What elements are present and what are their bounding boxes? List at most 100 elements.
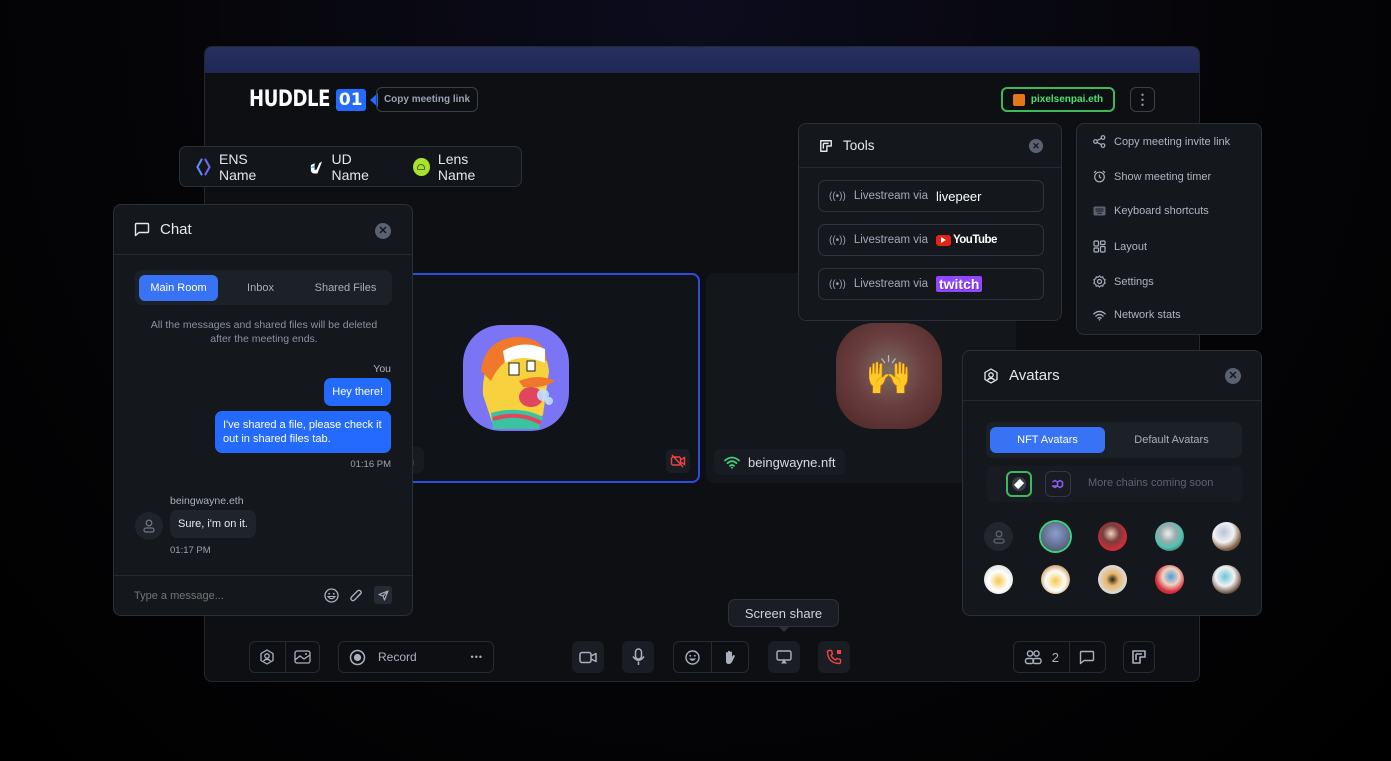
chat-toggle-button[interactable] — [1068, 642, 1105, 672]
screen-share-button[interactable] — [768, 641, 800, 673]
livestream-youtube-button[interactable]: ((•)) Livestream via YouTube — [818, 224, 1044, 256]
tool-label: Livestream via — [853, 234, 928, 246]
avatar-option[interactable] — [1155, 565, 1184, 594]
layout-icon — [1093, 240, 1106, 253]
avatar-option-selected[interactable] — [1041, 522, 1070, 551]
wallet-name: pixelsenpai.eth — [1030, 94, 1104, 105]
livestream-twitch-button[interactable]: ((•)) Livestream via twitch — [818, 268, 1044, 300]
tools-icon — [1132, 650, 1146, 664]
close-icon: ✕ — [1228, 369, 1238, 382]
menu-item-layout[interactable]: Layout — [1093, 240, 1147, 253]
tool-label: Livestream via — [853, 190, 928, 202]
lens-name-option[interactable]: Lens Name — [413, 151, 505, 183]
broadcast-icon: ((•)) — [829, 190, 846, 202]
ens-icon — [196, 157, 211, 176]
menu-item-settings[interactable]: Settings — [1093, 275, 1154, 288]
record-more-options[interactable]: ••• — [471, 652, 483, 662]
chat-panel: Chat ✕ Main Room Inbox Shared Files All … — [113, 204, 413, 616]
window-titlebar — [205, 47, 1199, 73]
menu-item-network-stats[interactable]: Network stats — [1093, 309, 1181, 321]
raise-hand-button[interactable] — [710, 642, 748, 672]
tab-nft-avatars[interactable]: NFT Avatars — [990, 427, 1105, 453]
smiley-icon — [685, 649, 700, 665]
youtube-logo: YouTube — [935, 234, 997, 246]
keyboard-icon — [1093, 206, 1106, 216]
reactions-group — [673, 641, 749, 673]
livestream-livepeer-button[interactable]: ((•)) Livestream via livepeer — [818, 180, 1044, 212]
avatar-option-default[interactable] — [984, 522, 1013, 551]
avatar-option[interactable] — [1212, 522, 1241, 551]
menu-label: Settings — [1114, 275, 1154, 288]
send-icon — [377, 589, 389, 601]
record-control[interactable]: Record ••• — [338, 641, 494, 673]
chat-title: Chat — [160, 221, 192, 238]
avatar-option[interactable] — [1098, 522, 1127, 551]
message-input[interactable] — [134, 585, 304, 607]
chain-polygon-button[interactable] — [1045, 471, 1071, 497]
attach-file-button[interactable] — [349, 588, 363, 603]
emoji-reaction-button[interactable] — [674, 642, 711, 672]
ens-name-option[interactable]: ENS Name — [196, 151, 285, 183]
avatar-button[interactable] — [250, 642, 285, 672]
chain-ethereum-button[interactable] — [1006, 471, 1032, 497]
tab-main-room[interactable]: Main Room — [139, 274, 218, 301]
close-chat-button[interactable]: ✕ — [375, 223, 391, 239]
more-options-button[interactable]: ⋮ — [1130, 87, 1155, 112]
message-time: 01:16 PM — [350, 459, 391, 470]
user-icon — [143, 519, 155, 533]
video-tile-self[interactable]: pai.eth — [365, 273, 700, 483]
menu-item-copy-invite-link[interactable]: Copy meeting invite link — [1093, 135, 1230, 148]
avatar-option[interactable] — [1155, 522, 1184, 551]
menu-label: Layout — [1114, 240, 1148, 253]
participants-button[interactable]: 2 — [1014, 642, 1069, 672]
youtube-play-icon — [935, 234, 951, 246]
microphone-icon — [631, 648, 645, 665]
avatar-option[interactable] — [1098, 565, 1127, 594]
menu-label: Keyboard shortcuts — [1114, 205, 1209, 217]
microphone-toggle-button[interactable] — [622, 641, 654, 673]
avatar-option[interactable] — [1041, 565, 1070, 594]
leave-call-button[interactable] — [818, 641, 850, 673]
camera-toggle-button[interactable] — [572, 641, 604, 673]
gear-icon — [1093, 275, 1106, 288]
menu-item-show-timer[interactable]: Show meeting timer — [1093, 170, 1211, 183]
alarm-clock-icon — [1093, 170, 1106, 183]
avatars-panel: Avatars ✕ NFT Avatars Default Avatars Mo… — [962, 350, 1262, 616]
camera-off-indicator[interactable] — [666, 449, 690, 473]
metamask-fox-icon — [1012, 93, 1025, 106]
send-message-button[interactable] — [374, 586, 392, 604]
close-icon: ✕ — [1032, 140, 1040, 151]
copy-meeting-link-button[interactable]: Copy meeting link — [376, 87, 478, 112]
tab-default-avatars[interactable]: Default Avatars — [1105, 427, 1238, 453]
participants-icon — [1024, 650, 1042, 665]
chat-bubble-icon — [1080, 650, 1095, 664]
name-source-selector: ENS Name UD Name Lens Name — [179, 146, 522, 187]
sender-avatar — [135, 512, 163, 540]
avatar-option[interactable] — [1212, 565, 1241, 594]
ud-name-option[interactable]: UD Name — [309, 151, 390, 183]
avatars-header: Avatars — [963, 351, 1261, 401]
camera-off-icon — [670, 454, 686, 468]
participant-name: beingwayne.nft — [748, 454, 836, 470]
tab-inbox[interactable]: Inbox — [218, 275, 303, 301]
menu-item-keyboard-shortcuts[interactable]: Keyboard shortcuts — [1093, 205, 1209, 217]
tools-toggle-button[interactable] — [1123, 641, 1155, 673]
chain-selector: More chains coming soon — [986, 466, 1242, 502]
wifi-signal-icon — [724, 456, 740, 469]
tab-shared-files[interactable]: Shared Files — [303, 275, 388, 301]
video-camera-icon — [579, 651, 597, 663]
wallet-button[interactable]: pixelsenpai.eth — [1001, 87, 1115, 112]
close-avatars-button[interactable]: ✕ — [1225, 368, 1241, 384]
duck-nft-avatar — [463, 325, 569, 431]
tools-title: Tools — [843, 138, 875, 153]
user-icon — [992, 530, 1005, 544]
smiley-icon — [324, 588, 339, 603]
background-button[interactable] — [284, 642, 320, 672]
message-time: 01:17 PM — [170, 545, 211, 556]
close-tools-button[interactable]: ✕ — [1029, 139, 1043, 153]
avatar-option[interactable] — [984, 565, 1013, 594]
raised-hands-emoji: 🙌 — [865, 355, 913, 397]
avatar-background-group — [249, 641, 320, 673]
phone-end-icon — [826, 649, 842, 665]
emoji-picker-button[interactable] — [324, 588, 339, 603]
